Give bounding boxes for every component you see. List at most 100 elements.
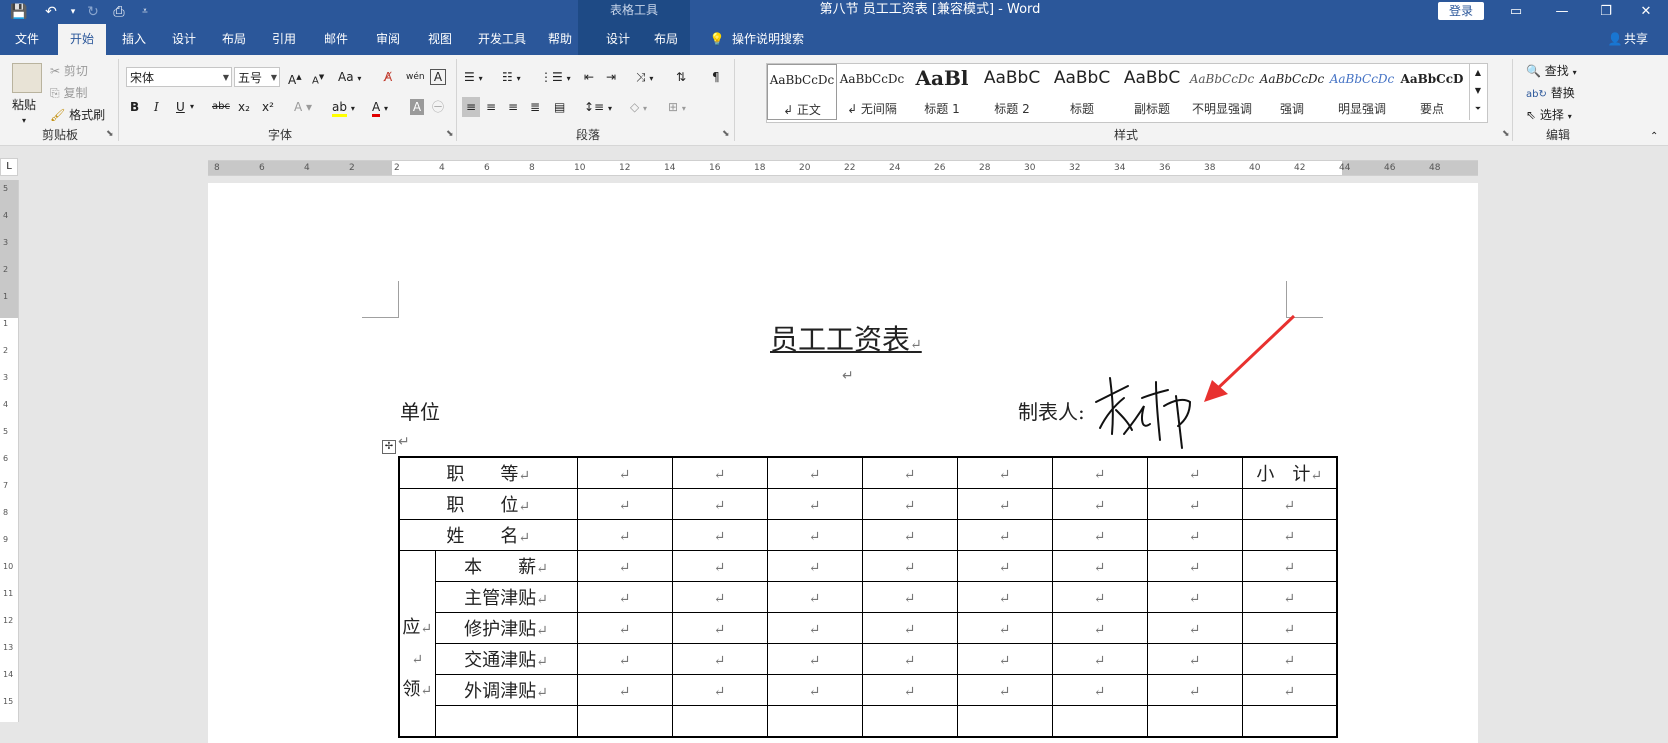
tab-table-design[interactable]: 设计 <box>598 24 638 55</box>
table-cell[interactable]: ↵ <box>1146 643 1243 675</box>
table-cell[interactable]: ↵ <box>956 488 1053 520</box>
font-launcher-icon[interactable]: ⬊ <box>446 129 454 139</box>
style-heading-1[interactable]: AaBl 标题 1 <box>907 64 977 120</box>
collapse-ribbon-icon[interactable]: ⌃ <box>1650 127 1658 147</box>
tab-developer[interactable]: 开发工具 <box>470 24 534 55</box>
table-cell[interactable]: ↵ <box>1146 488 1243 520</box>
table-cell[interactable]: ↵ <box>671 519 768 551</box>
replace-button[interactable]: ab↻ 替换 <box>1526 83 1575 103</box>
styles-launcher-icon[interactable]: ⬊ <box>1502 129 1510 139</box>
table-cell[interactable] <box>576 705 673 738</box>
tab-review[interactable]: 审阅 <box>366 24 410 55</box>
phonetic-guide-icon[interactable]: wén <box>406 67 425 87</box>
tab-references[interactable]: 引用 <box>262 24 306 55</box>
table-cell[interactable]: ↵ <box>1241 519 1338 551</box>
table-cell[interactable]: ↵ <box>861 674 958 706</box>
table-cell[interactable]: ↵ <box>576 674 673 706</box>
table-cell[interactable]: ↵ <box>671 674 768 706</box>
character-shading-icon[interactable]: A <box>410 99 424 115</box>
row-header-cell[interactable]: 职 位↵ <box>398 488 578 520</box>
style-heading-2[interactable]: AaBbC 标题 2 <box>977 64 1047 120</box>
numbering-icon[interactable]: ☷ ▾ <box>502 67 521 87</box>
superscript-button[interactable]: x² <box>262 97 274 117</box>
table-cell[interactable]: ↵ <box>956 456 1053 489</box>
chinese-layout-icon[interactable]: ⤨ ▾ <box>636 67 653 87</box>
table-cell[interactable] <box>1241 705 1338 738</box>
decrease-indent-icon[interactable]: ⇤ <box>584 67 594 87</box>
table-cell[interactable]: ↵ <box>671 488 768 520</box>
increase-indent-icon[interactable]: ⇥ <box>606 67 616 87</box>
italic-button[interactable]: I <box>154 97 159 117</box>
strikethrough-button[interactable]: abc <box>212 97 230 117</box>
table-cell[interactable]: ↵ <box>1241 550 1338 582</box>
sub-row-header-cell[interactable]: 主管津贴↵ <box>434 581 578 613</box>
table-cell[interactable]: ↵ <box>1241 581 1338 613</box>
tell-me-search[interactable]: 操作说明搜索 <box>732 24 822 55</box>
table-cell[interactable]: ↵ <box>766 612 863 644</box>
style-strong[interactable]: AaBbCcD 要点 <box>1397 64 1467 120</box>
table-cell[interactable]: ↵ <box>576 488 673 520</box>
styles-scroll[interactable]: ▲ ▼ ⏷ <box>1469 64 1486 120</box>
tab-selector-icon[interactable]: L <box>0 158 18 176</box>
shrink-font-icon[interactable]: A▼ <box>312 67 324 87</box>
underline-dropdown-icon[interactable]: ▾ <box>190 97 194 117</box>
grow-font-icon[interactable]: A▲ <box>288 67 302 87</box>
tab-home[interactable]: 开始 <box>58 24 106 55</box>
table-cell[interactable]: 小 计↵ <box>1241 456 1338 489</box>
table-cell[interactable]: ↵ <box>861 612 958 644</box>
sub-row-header-cell[interactable]: 外调津贴↵ <box>434 674 578 706</box>
font-color-icon[interactable]: A ▾ <box>372 97 388 117</box>
table-cell[interactable]: ↵ <box>766 581 863 613</box>
paste-icon[interactable] <box>12 63 42 93</box>
horizontal-ruler[interactable]: 8 6 4 2 2 4 6 8 10 12 14 16 18 20 22 24 26 28 30 32 34 36 38 40… <box>208 160 1478 176</box>
ribbon-display-options-icon[interactable]: ▭ <box>1494 0 1538 24</box>
table-cell[interactable]: ↵ <box>861 488 958 520</box>
table-cell[interactable]: ↵ <box>671 550 768 582</box>
table-cell[interactable]: ↵ <box>861 519 958 551</box>
table-cell[interactable]: ↵ <box>1241 488 1338 520</box>
table-cell[interactable]: ↵ <box>576 612 673 644</box>
table-cell[interactable]: ↵ <box>1051 488 1148 520</box>
table-cell[interactable]: ↵ <box>766 643 863 675</box>
subscript-button[interactable]: x₂ <box>238 97 250 117</box>
format-painter-button[interactable]: 🖌 格式刷 <box>50 105 105 125</box>
style-no-spacing[interactable]: AaBbCcDc ↲ 无间隔 <box>837 64 907 120</box>
style-subtle-emphasis[interactable]: AaBbCcDc 不明显强调 <box>1187 64 1257 120</box>
row-header-cell[interactable]: 姓 名↵ <box>398 519 578 551</box>
align-right-icon[interactable]: ≡ <box>508 97 518 117</box>
table-cell[interactable]: ↵ <box>1241 612 1338 644</box>
character-border-icon[interactable]: A <box>430 69 446 85</box>
table-cell[interactable]: ↵ <box>1051 456 1148 489</box>
sub-row-header-cell[interactable]: 交通津贴↵ <box>434 643 578 675</box>
tab-help[interactable]: 帮助 <box>540 24 580 55</box>
row-header-cell[interactable]: 职 等↵ <box>398 456 578 489</box>
table-cell[interactable]: ↵ <box>861 550 958 582</box>
table-cell[interactable]: ↵ <box>576 643 673 675</box>
table-cell[interactable] <box>861 705 958 738</box>
table-cell[interactable]: ↵ <box>1051 550 1148 582</box>
table-cell[interactable]: ↵ <box>1051 612 1148 644</box>
table-cell[interactable]: ↵ <box>1241 674 1338 706</box>
undo-dropdown-icon[interactable]: ▾ <box>62 2 84 22</box>
style-normal[interactable]: AaBbCcDc ↲ 正文 <box>767 64 837 120</box>
table-cell[interactable]: ↵ <box>956 674 1053 706</box>
table-cell[interactable]: ↵ <box>1051 674 1148 706</box>
text-effects-icon[interactable]: A ▾ <box>294 97 312 117</box>
customize-toolbar-icon[interactable]: ⩡ <box>134 2 156 22</box>
style-intense-emphasis[interactable]: AaBbCcDc 明显强调 <box>1327 64 1397 120</box>
table-cell[interactable]: ↵ <box>1146 674 1243 706</box>
table-cell[interactable] <box>434 705 578 738</box>
table-cell[interactable]: ↵ <box>1051 643 1148 675</box>
table-cell[interactable]: ↵ <box>766 519 863 551</box>
table-cell[interactable] <box>671 705 768 738</box>
borders-icon[interactable]: ⊞ ▾ <box>668 97 686 117</box>
bullets-icon[interactable]: ☰ ▾ <box>464 67 483 87</box>
enclose-characters-icon[interactable]: ㊀ <box>432 97 444 117</box>
align-left-icon[interactable]: ≡ <box>462 97 480 117</box>
multilevel-list-icon[interactable]: ⋮☰ ▾ <box>540 67 571 87</box>
tab-view[interactable]: 视图 <box>418 24 462 55</box>
undo-icon[interactable]: ↶ <box>40 2 62 22</box>
table-cell[interactable]: ↵ <box>861 581 958 613</box>
table-cell[interactable]: ↵ <box>956 643 1053 675</box>
tab-layout[interactable]: 布局 <box>212 24 256 55</box>
